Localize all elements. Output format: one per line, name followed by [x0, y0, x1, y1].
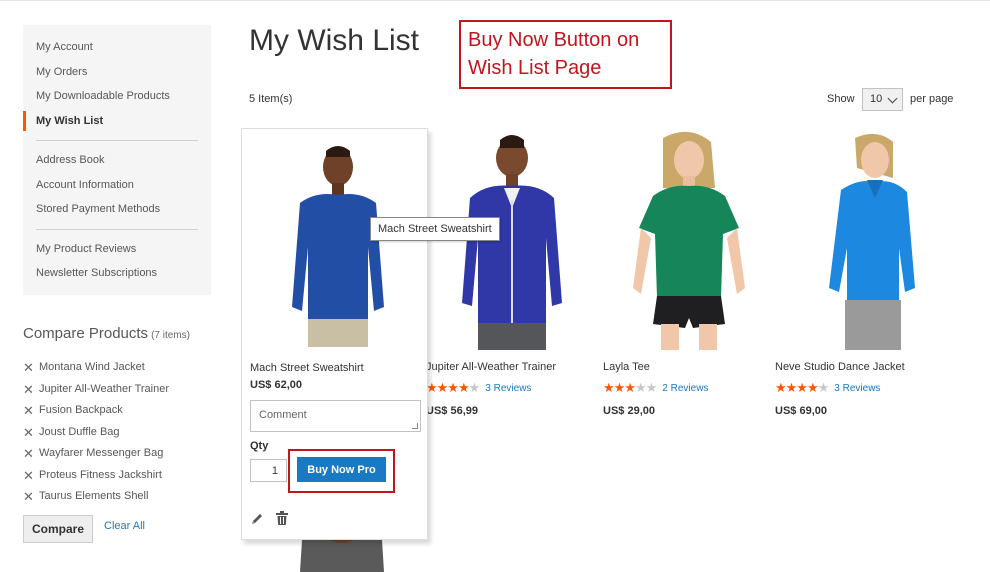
remove-x-icon[interactable]: ✕ — [23, 486, 39, 508]
product-item-hovered: Mach Street Sweatshirt US$ 62,00 Comment… — [241, 128, 428, 540]
compare-item: ✕ Wayfarer Messenger Bag — [23, 443, 169, 465]
star-icon: ★★★★★ — [775, 380, 829, 395]
per-page-value: 10 — [870, 93, 883, 105]
remove-x-icon[interactable]: ✕ — [23, 443, 39, 465]
product-price: US$ 62,00 — [250, 379, 302, 391]
product-photo[interactable] — [775, 128, 947, 350]
items-count: 5 Item(s) — [249, 93, 293, 105]
remove-x-icon[interactable]: ✕ — [23, 379, 39, 401]
chevron-down-icon — [887, 93, 898, 104]
product-name[interactable]: Layla Tee — [603, 361, 650, 373]
nav-downloadable-products[interactable]: My Downloadable Products — [23, 84, 211, 109]
product-rating: ★★★★★ 2 Reviews — [603, 380, 708, 396]
nav-newsletter-subscriptions[interactable]: Newsletter Subscriptions — [23, 261, 211, 286]
product-price: US$ 56,99 — [426, 405, 478, 417]
reviews-link[interactable]: 3 Reviews — [485, 383, 531, 394]
nav-divider — [36, 140, 198, 141]
resize-grip-icon[interactable] — [412, 423, 418, 429]
star-icon: ★★★★★ — [603, 380, 657, 395]
compare-item: ✕ Fusion Backpack — [23, 400, 169, 422]
remove-x-icon[interactable]: ✕ — [23, 422, 39, 444]
compare-item-name[interactable]: Montana Wind Jacket — [39, 357, 145, 379]
nav-stored-payment-methods[interactable]: Stored Payment Methods — [23, 197, 211, 222]
compare-item-name[interactable]: Joust Duffle Bag — [39, 422, 120, 444]
product-photo[interactable] — [603, 128, 775, 350]
nav-divider — [36, 228, 198, 230]
show-label: Show — [827, 93, 855, 105]
nav-account-information[interactable]: Account Information — [23, 173, 211, 198]
remove-x-icon[interactable]: ✕ — [23, 465, 39, 487]
compare-item-name[interactable]: Fusion Backpack — [39, 400, 123, 422]
compare-item-name[interactable]: Taurus Elements Shell — [39, 486, 148, 508]
trash-icon[interactable] — [275, 511, 289, 526]
compare-products-title: Compare Products (7 items) — [23, 325, 190, 342]
buy-now-pro-button[interactable]: Buy Now Pro — [297, 457, 386, 482]
reviews-link[interactable]: 3 Reviews — [834, 383, 880, 394]
comment-textarea[interactable]: Comment — [250, 400, 421, 432]
product-price: US$ 29,00 — [603, 405, 655, 417]
compare-item: ✕ Taurus Elements Shell — [23, 486, 169, 508]
product-rating: ★★★★★ 3 Reviews — [775, 380, 880, 396]
page-title: My Wish List — [249, 24, 420, 57]
remove-x-icon[interactable]: ✕ — [23, 357, 39, 379]
nav-my-account[interactable]: My Account — [23, 35, 211, 60]
top-divider — [0, 0, 990, 1]
compare-item-name[interactable]: Jupiter All-Weather Trainer — [39, 379, 169, 401]
product-tooltip: Mach Street Sweatshirt — [370, 217, 500, 241]
compare-item-name[interactable]: Wayfarer Messenger Bag — [39, 443, 163, 465]
compare-item: ✕ Jupiter All-Weather Trainer — [23, 379, 169, 401]
product-name[interactable]: Neve Studio Dance Jacket — [775, 361, 905, 373]
clear-all-link[interactable]: Clear All — [104, 520, 145, 532]
nav-address-book[interactable]: Address Book — [23, 148, 211, 173]
compare-title-text: Compare Products — [23, 325, 149, 342]
compare-item-name[interactable]: Proteus Fitness Jackshirt — [39, 465, 162, 487]
product-name[interactable]: Mach Street Sweatshirt — [250, 362, 364, 374]
comment-placeholder: Comment — [259, 409, 307, 421]
compare-button[interactable]: Compare — [23, 515, 93, 543]
per-page-label: per page — [910, 93, 954, 105]
compare-item: ✕ Joust Duffle Bag — [23, 422, 169, 444]
product-price: US$ 69,00 — [775, 405, 827, 417]
nav-my-orders[interactable]: My Orders — [23, 60, 211, 85]
compare-item: ✕ Proteus Fitness Jackshirt — [23, 465, 169, 487]
remove-x-icon[interactable]: ✕ — [23, 400, 39, 422]
reviews-link[interactable]: 2 Reviews — [662, 383, 708, 394]
qty-input[interactable]: 1 — [250, 459, 287, 482]
product-name[interactable]: Jupiter All-Weather Trainer — [426, 361, 556, 373]
star-icon: ★★★★★ — [426, 380, 480, 395]
per-page-select[interactable]: 10 — [862, 88, 903, 111]
qty-label: Qty — [250, 440, 269, 452]
annotation-callout: Buy Now Button on Wish List Page — [459, 20, 672, 89]
account-nav: My Account My Orders My Downloadable Pro… — [23, 25, 211, 295]
compare-count: (7 items) — [151, 330, 190, 341]
product-photo[interactable] — [272, 137, 402, 347]
nav-my-wish-list[interactable]: My Wish List — [23, 109, 211, 134]
product-rating: ★★★★★ 3 Reviews — [426, 380, 531, 396]
nav-product-reviews[interactable]: My Product Reviews — [23, 237, 211, 262]
product-photo — [300, 540, 384, 572]
edit-pencil-icon[interactable] — [250, 512, 264, 526]
compare-list: ✕ Montana Wind Jacket ✕ Jupiter All-Weathe… — [23, 357, 169, 508]
compare-item: ✕ Montana Wind Jacket — [23, 357, 169, 379]
